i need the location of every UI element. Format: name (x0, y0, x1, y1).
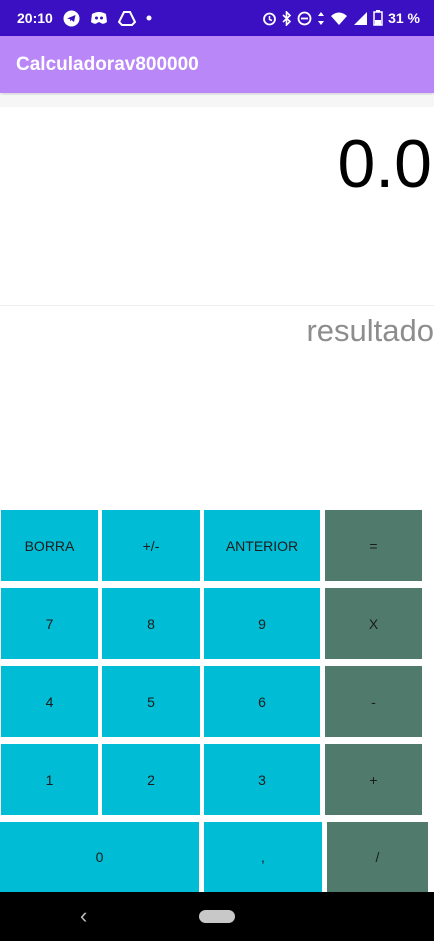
telegram-icon (63, 10, 80, 27)
back-icon[interactable]: ‹ (80, 904, 87, 928)
result-box[interactable]: resultado (0, 307, 434, 507)
result-text: resultado (306, 313, 434, 348)
home-pill-icon[interactable] (199, 910, 235, 923)
dot-icon (146, 15, 152, 21)
wifi-icon (330, 11, 348, 26)
digit-8-button[interactable]: 8 (102, 588, 200, 659)
equals-button[interactable]: = (325, 510, 422, 581)
data-arrows-icon (317, 11, 325, 26)
anterior-button[interactable]: ANTERIOR (204, 510, 320, 581)
digit-1-button[interactable]: 1 (1, 744, 98, 815)
status-time: 20:10 (17, 10, 53, 26)
minus-button[interactable]: - (325, 666, 422, 737)
alarm-icon (262, 11, 277, 26)
status-right: 31 % (262, 10, 420, 26)
app-bar: Calculadorav800000 (0, 36, 434, 93)
display-box: 0.0 (0, 107, 434, 306)
drive-icon (117, 10, 136, 26)
sign-toggle-button[interactable]: +/- (102, 510, 200, 581)
navigation-bar: ‹ (0, 892, 434, 941)
comma-button[interactable]: , (204, 822, 322, 892)
digit-7-button[interactable]: 7 (1, 588, 98, 659)
do-not-disturb-icon (297, 11, 312, 26)
digit-3-button[interactable]: 3 (204, 744, 320, 815)
battery-percent: 31 % (388, 10, 420, 26)
battery-icon (373, 10, 383, 26)
digit-9-button[interactable]: 9 (204, 588, 320, 659)
digit-0-button[interactable]: 0 (0, 822, 199, 892)
discord-icon (90, 11, 108, 25)
app-title: Calculadorav800000 (16, 53, 199, 75)
signal-icon (353, 11, 368, 26)
bluetooth-icon (282, 10, 292, 26)
digit-6-button[interactable]: 6 (204, 666, 320, 737)
digit-5-button[interactable]: 5 (102, 666, 200, 737)
plus-button[interactable]: + (325, 744, 422, 815)
divide-button[interactable]: / (327, 822, 428, 892)
multiply-button[interactable]: X (325, 588, 422, 659)
status-bar: 20:10 31 % (0, 0, 434, 36)
borra-button[interactable]: BORRA (1, 510, 98, 581)
status-left: 20:10 (17, 10, 152, 27)
digit-4-button[interactable]: 4 (1, 666, 98, 737)
divider-strip (0, 95, 434, 107)
display-value: 0.0 (337, 126, 432, 202)
digit-2-button[interactable]: 2 (102, 744, 200, 815)
